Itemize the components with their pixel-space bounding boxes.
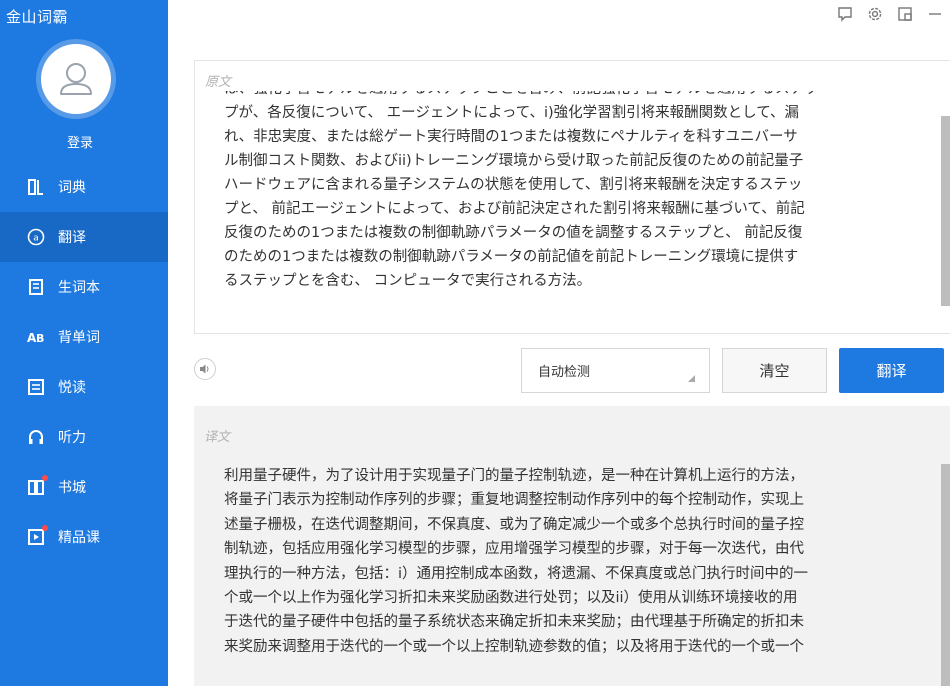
memorize-icon: AB <box>26 327 46 347</box>
translate-button[interactable]: 翻译 <box>839 348 944 393</box>
sidebar-item-bookstore[interactable]: 书城 <box>0 462 168 512</box>
source-label: 原文 <box>205 75 232 90</box>
dropdown-triangle-icon <box>688 375 695 382</box>
sidebar-item-label: 生词本 <box>58 280 100 296</box>
minimode-icon[interactable] <box>890 0 920 28</box>
source-text-area[interactable]: 原文 は、強化学習モデルを適用するステップことを含み、前記強化学習モデルを適用す… <box>194 60 950 334</box>
result-area: 译文 利用量子硬件，为了设计用于实现量子门的量子控制轨迹，是一种在计算机上运行的… <box>194 406 950 686</box>
result-text-line: 将量子门表示为控制动作序列的步骤；重复地调整控制动作序列中的每个控制动作，实现上 <box>224 492 804 509</box>
window-controls <box>830 0 950 28</box>
result-label: 译文 <box>204 430 231 445</box>
source-text-line: ル制御コスト関数、およびii)トレーニング環境から受け取った前記反復のための前記… <box>224 153 804 169</box>
sidebar-item-memorize[interactable]: AB 背单词 <box>0 312 168 362</box>
sidebar-item-dictionary[interactable]: 词典 <box>0 162 168 212</box>
course-icon <box>26 525 48 547</box>
source-text-line: プが、各反復について、 エージェントによって、i)強化学習割引将来報酬関数として… <box>224 105 800 121</box>
result-text-line: 利用量子硬件，为了设计用于实现量子门的量子控制轨迹，是一种在计算机上运行的方法， <box>224 468 804 484</box>
sidebar-nav: 词典 a 翻译 生词本 AB 背单词 悦读 听力 书城 精品课 <box>0 162 168 562</box>
translate-icon: a <box>26 227 46 247</box>
source-text-line: は、強化学習モデルを適用するステップことを含み、前記強化学習モデルを適用するステ… <box>224 91 930 101</box>
notification-badge <box>42 475 48 481</box>
bookstore-icon <box>26 475 48 497</box>
sidebar: 金山词霸 登录 词典 a 翻译 生词本 AB 背单词 悦读 听力 书城 精品课 <box>0 0 168 686</box>
settings-icon[interactable] <box>860 0 890 28</box>
reading-icon <box>26 377 46 397</box>
source-text-line: のための1つまたは複数の制御軌跡パラメータの前記値を前記トレーニング環境に提供す <box>224 249 799 265</box>
result-text-line: 制轨迹，包括应用强化学习模型的步骤，应用增强学习模型的步骤，对于每一次迭代，由代 <box>224 541 804 558</box>
sidebar-item-course[interactable]: 精品课 <box>0 512 168 562</box>
svg-text:B: B <box>36 332 44 345</box>
sidebar-item-label: 精品课 <box>58 530 100 546</box>
result-text-line: 个或一个以上作为强化学习折扣未来奖励函数进行处罚；以及ii）使用从训练环境接收的… <box>224 590 798 607</box>
source-text-line: プと、 前記エージェントによって、および前記決定された割引将来報酬に基づいて、前… <box>224 201 805 217</box>
sidebar-item-label: 翻译 <box>58 230 86 246</box>
speaker-button[interactable] <box>194 358 216 380</box>
source-text-line: れ、非忠実度、または総ゲート実行時間の1つまたは複数にペナルティを科すユニバーサ <box>224 129 798 145</box>
source-scrollbar[interactable] <box>941 116 950 306</box>
source-text[interactable]: は、強化学習モデルを適用するステップことを含み、前記強化学習モデルを適用するステ… <box>224 91 930 311</box>
feedback-icon[interactable] <box>830 0 860 28</box>
sidebar-item-label: 书城 <box>58 480 86 496</box>
sidebar-item-label: 悦读 <box>58 380 86 396</box>
avatar[interactable] <box>41 44 111 114</box>
app-title: 金山词霸 <box>6 8 69 26</box>
sidebar-item-reading[interactable]: 悦读 <box>0 362 168 412</box>
dictionary-icon <box>26 177 46 197</box>
source-text-line: るステップとを含む、 コンピュータで実行される方法。 <box>224 273 592 289</box>
clear-button[interactable]: 清空 <box>722 348 827 393</box>
result-text[interactable]: 利用量子硬件，为了设计用于实现量子门的量子控制轨迹，是一种在计算机上运行的方法，… <box>224 464 934 686</box>
sidebar-item-wordbook[interactable]: 生词本 <box>0 262 168 312</box>
speaker-icon <box>200 364 209 374</box>
sidebar-item-label: 词典 <box>58 180 86 196</box>
minimize-icon[interactable] <box>920 0 950 28</box>
language-select-value: 自动检测 <box>538 365 591 380</box>
result-text-line: 理执行的一种方法，包括：i）通用控制成本函数，将遗漏、不保真度或总门执行时间中的… <box>224 565 809 582</box>
svg-text:a: a <box>33 234 39 244</box>
result-scrollbar[interactable] <box>941 464 950 686</box>
result-text-line: 于迭代的量子硬件中包括的量子系统状态来确定折扣未来奖励；由代理基于所确定的折扣未 <box>224 614 804 631</box>
headphones-icon <box>26 427 46 447</box>
sidebar-item-label: 听力 <box>58 430 86 446</box>
notification-badge <box>42 525 48 531</box>
user-icon <box>60 63 92 95</box>
source-text-line: ハードウェアに含まれる量子システムの状態を使用して、割引将来報酬を決定するステッ <box>224 177 803 193</box>
result-text-line: 来奖励来调整用于迭代的一个或一个以上控制轨迹参数的值；以及将用于迭代的一个或一个 <box>224 638 804 655</box>
sidebar-item-label: 背单词 <box>58 330 100 346</box>
login-link[interactable]: 登录 <box>50 132 110 151</box>
wordbook-icon <box>26 277 46 297</box>
sidebar-item-listening[interactable]: 听力 <box>0 412 168 462</box>
result-text-line: 述量子栅极，在迭代调整期间，不保真度、或为了确定减少一个或多个总执行时间的量子控 <box>224 516 804 533</box>
source-text-line: 反復のための1つまたは複数の制御軌跡パラメータの値を調整するステップと、 前記反… <box>224 225 803 241</box>
sidebar-item-translate[interactable]: a 翻译 <box>0 212 168 262</box>
language-select[interactable]: 自动检测 <box>521 348 710 393</box>
